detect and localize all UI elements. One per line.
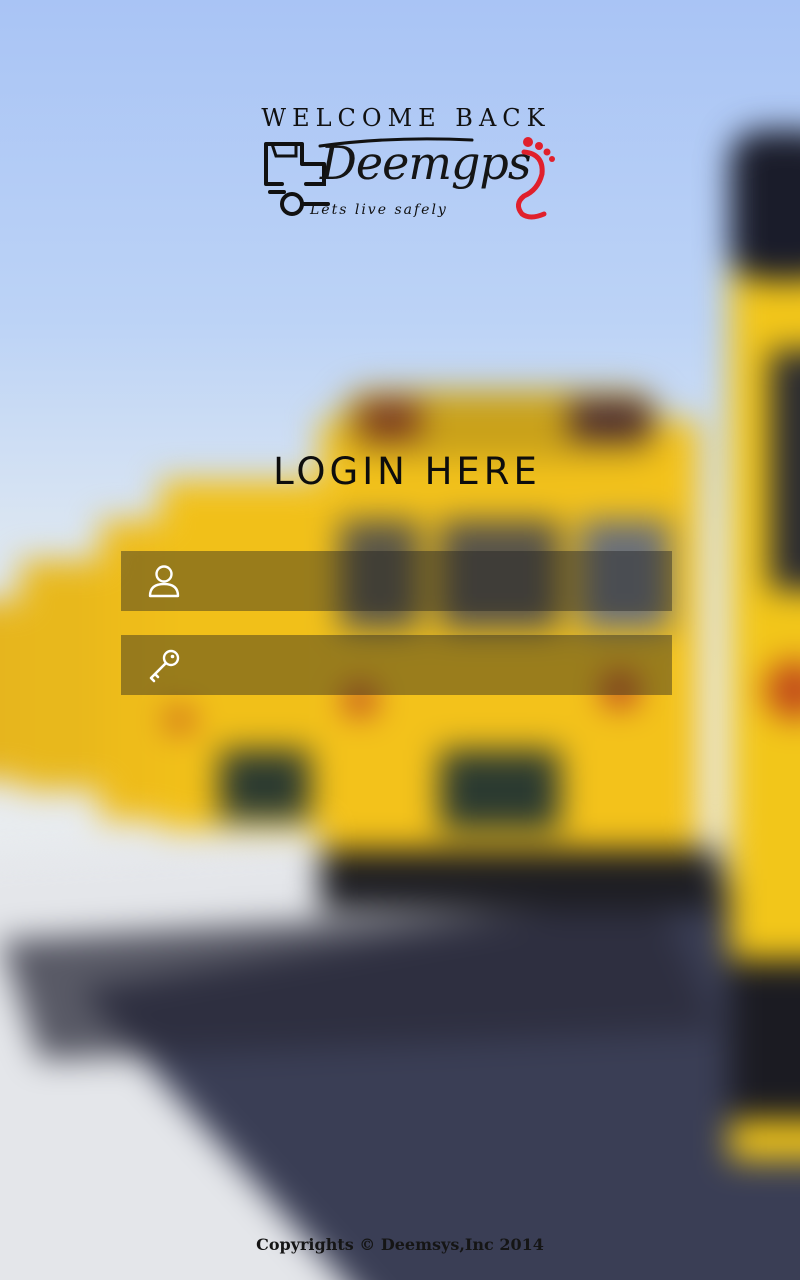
user-icon	[145, 563, 183, 599]
username-input[interactable]	[201, 551, 661, 611]
key-icon	[145, 647, 183, 683]
password-field[interactable]	[121, 635, 672, 695]
logo-tagline: Lets live safely	[310, 202, 448, 218]
copyright-text: Copyrights © Deemsys,Inc 2014	[256, 1235, 544, 1254]
app-logo: Deemgps Lets live safely	[262, 134, 558, 226]
login-title: LOGIN HERE	[273, 450, 541, 493]
logo-brand-text: Deemgps	[320, 136, 531, 190]
welcome-heading: WELCOME BACK	[261, 104, 551, 132]
password-input[interactable]	[201, 635, 661, 695]
username-field[interactable]	[121, 551, 672, 611]
